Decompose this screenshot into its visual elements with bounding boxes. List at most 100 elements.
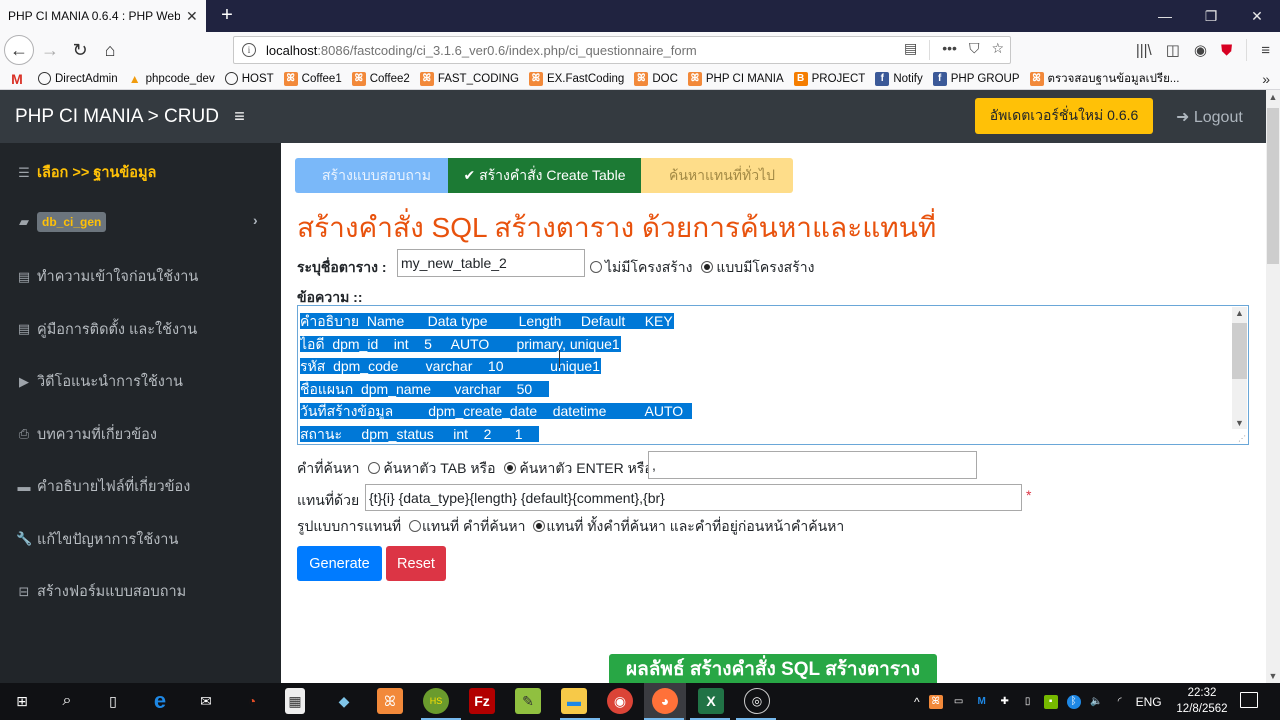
bookmarks-overflow-icon[interactable]: » [1262,71,1270,87]
library-icon[interactable]: |||\ [1136,42,1152,59]
taskbar-clock[interactable]: 22:32 12/8/2562 [1170,685,1234,717]
radio-replace-both[interactable] [533,520,546,532]
windows-start-icon[interactable]: ⊞ [9,688,35,714]
sidebar-db-select[interactable]: ☰ เลือก >> ฐานข้อมูล [16,161,156,184]
pocket-icon[interactable]: ⛉ [969,40,980,60]
bluetooth-tray-icon[interactable]: ᛒ [1066,694,1081,709]
language-indicator[interactable]: ENG [1136,695,1162,709]
bookmark-item[interactable]: ꕤ DOC [634,71,678,86]
notepad-app-icon[interactable]: ◆ [331,688,357,714]
firefox-icon[interactable]: ◕ [652,688,678,714]
obs-icon[interactable]: ◎ [744,688,770,714]
table-name-input[interactable]: my_new_table_2 [397,249,585,277]
sidebar-item[interactable]: ▤ คู่มือการติดตั้ง และใช้งาน [16,318,197,341]
textarea-scrollbar[interactable]: ▲ ▼ [1232,307,1247,429]
page-scroll-thumb[interactable] [1267,108,1279,264]
reset-button[interactable]: Reset [386,546,446,581]
textarea-scroll-thumb[interactable] [1232,323,1247,379]
sidebar-db-current[interactable]: ▰ db_ci_gen [16,212,107,232]
home-button[interactable]: ⌂ [96,36,124,64]
calculator-icon[interactable]: ▦ [285,688,305,714]
radio-search-enter[interactable] [504,462,517,474]
logout-link[interactable]: ➜ Logout [1176,107,1243,127]
tab-close-icon[interactable]: ✕ [186,8,198,25]
chevron-right-icon[interactable]: › [253,212,258,228]
bookmark-item[interactable]: HOST [224,72,274,85]
step-questionnaire[interactable]: สร้างแบบสอบถาม [295,158,448,193]
tray-expand-icon[interactable]: ^ [914,695,920,709]
radio-replace-word[interactable] [409,520,422,532]
radio-search-tab[interactable] [368,462,381,474]
screen-recorder-icon[interactable]: ◔ [239,688,265,714]
bookmark-item[interactable]: ꕤ FAST_CODING [419,71,519,86]
message-textarea[interactable]: คำอธิบาย Name Data type Length Default K… [297,305,1249,445]
sidebar-toggle-icon[interactable]: ◫ [1166,41,1180,59]
bookmark-star-icon[interactable]: ☆ [991,40,1004,60]
bookmark-item[interactable]: B PROJECT [793,71,865,86]
search-icon[interactable]: ⌕ [54,688,80,714]
scroll-down-icon[interactable]: ▼ [1232,418,1247,428]
update-version-button[interactable]: อัพเดตเวอร์ชั่นใหม่ 0.6.6 [975,98,1153,134]
task-view-icon[interactable]: ▯ [100,688,126,714]
bookmark-item[interactable]: ▲ phpcode_dev [128,72,215,86]
page-scrollbar[interactable]: ▲ ▼ [1266,90,1280,683]
step-search-replace[interactable]: ค้นหาแทนที่ทั่วไป [641,158,793,193]
sidebar-item[interactable]: ▬ คำอธิบายไฟล์ที่เกี่ยวข้อง [16,475,191,498]
security-tray-icon[interactable]: ✚ [998,695,1012,709]
forward-button[interactable]: → [36,36,64,64]
excel-icon[interactable]: X [698,688,724,714]
page-scroll-down-icon[interactable]: ▼ [1266,671,1280,681]
xampp-tray-icon[interactable]: ꕤ [928,694,943,709]
hamburger-menu-icon[interactable]: ≡ [1261,42,1270,59]
menu-toggle-icon[interactable]: ≡ [234,106,245,126]
reload-button[interactable]: ↻ [66,36,94,64]
notepad-plus-icon[interactable]: ✎ [515,688,541,714]
action-center-icon[interactable] [1240,692,1258,708]
heidisql-icon[interactable]: HS [423,688,449,714]
account-icon[interactable]: ◉ [1194,41,1207,59]
scroll-up-icon[interactable]: ▲ [1232,308,1247,318]
device-tray-icon[interactable]: ▭ [952,695,966,709]
wifi-tray-icon[interactable]: ◜ [1113,695,1127,709]
app-brand[interactable]: PHP CI MANIA > CRUD ≡ [15,106,245,128]
volume-tray-icon[interactable]: 🔈 [1090,695,1104,709]
mail-icon[interactable]: ✉ [193,688,219,714]
generate-button[interactable]: Generate [297,546,382,581]
filezilla-icon[interactable]: Fz [469,688,495,714]
file-explorer-icon[interactable]: ▬ [561,688,587,714]
browser-tab[interactable]: PHP CI MANIA 0.6.4 : PHP Webpage ✕ [0,0,206,32]
bookmark-item[interactable]: M [10,71,28,87]
bookmark-item[interactable]: f PHP GROUP [932,71,1020,86]
step-create-table[interactable]: ✔ สร้างคำสั่ง Create Table [448,158,641,193]
usb-tray-icon[interactable]: ▯ [1021,695,1035,709]
xampp-icon[interactable]: ꕤ [377,688,403,714]
chrome-icon[interactable]: ◉ [607,688,633,714]
bookmark-item[interactable]: DirectAdmin [38,72,118,85]
minimize-button[interactable]: — [1142,0,1188,32]
sidebar-item[interactable]: ⎙ บทความที่เกี่ยวข้อง [16,423,157,446]
bookmark-item[interactable]: ꕤ Coffee2 [351,71,410,86]
page-actions-icon[interactable]: ••• [942,40,957,60]
restore-button[interactable]: ❐ [1188,0,1234,32]
bookmark-item[interactable]: ꕤ PHP CI MANIA [687,71,784,86]
extension-icon[interactable]: ⛊ [1221,42,1232,59]
bookmark-item[interactable]: f Notify [875,71,923,86]
radio-with-structure[interactable] [701,261,714,273]
replace-input[interactable]: {t}{i} {data_type}{length} {default}{com… [365,484,1022,511]
url-bar[interactable]: i localhost :8086/fastcoding/ci_3.1.6_ve… [233,36,1011,64]
close-window-button[interactable]: ✕ [1234,0,1280,32]
new-tab-button[interactable]: + [216,4,238,28]
bookmark-item[interactable]: ꕤ EX.FastCoding [528,71,624,86]
search-input[interactable]: , [648,451,977,479]
sidebar-item[interactable]: ▶ วิดีโอแนะนำการใช้งาน [16,370,183,393]
back-button[interactable]: ← [4,35,34,65]
nvidia-tray-icon[interactable]: ▪ [1043,694,1058,709]
bookmark-item[interactable]: ꕤ Coffee1 [283,71,342,86]
bookmark-item[interactable]: ꕤ ตรวจสอบฐานข้อมูลเปรีย... [1029,70,1179,88]
page-scroll-up-icon[interactable]: ▲ [1266,92,1280,102]
radio-no-structure[interactable] [590,261,602,273]
sidebar-item[interactable]: 🔧 แก้ไขปัญหาการใช้งาน [16,528,178,551]
reader-view-icon[interactable]: ▤ [904,40,917,60]
malwarebytes-tray-icon[interactable]: M [975,695,989,709]
edge-icon[interactable]: e [147,688,173,714]
